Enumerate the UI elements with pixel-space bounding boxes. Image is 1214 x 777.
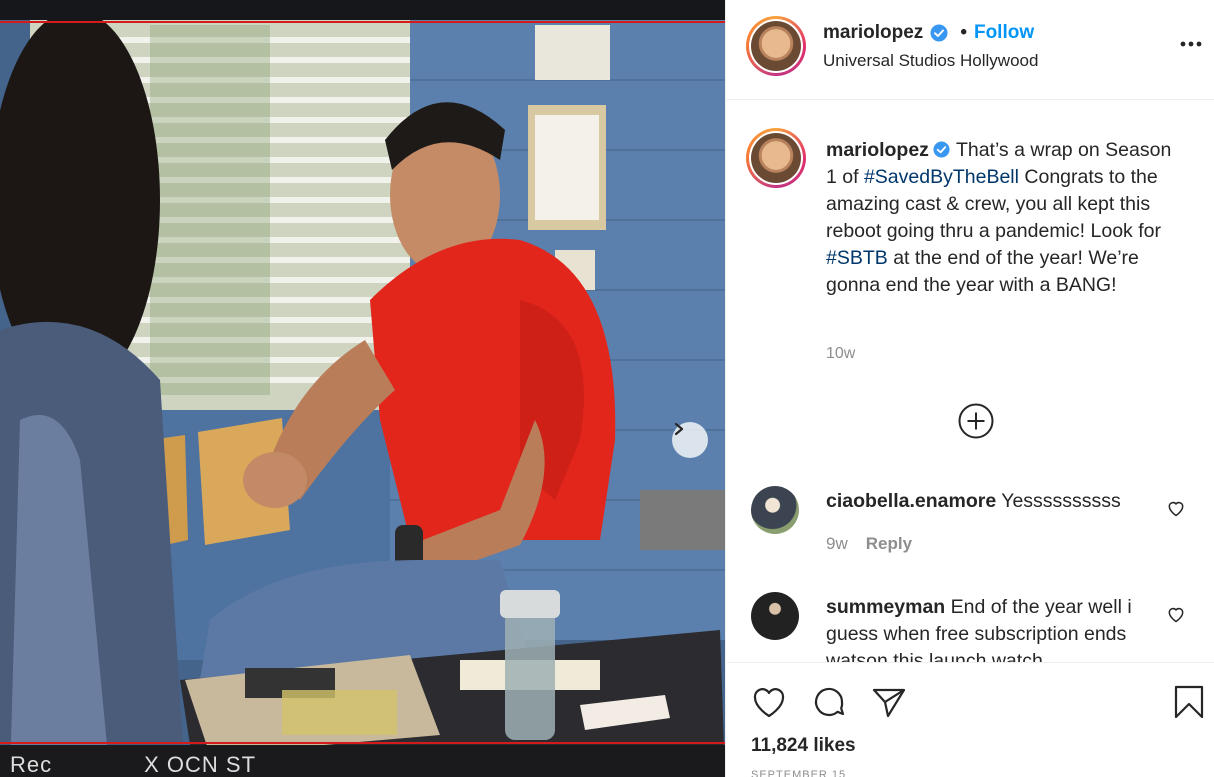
heart-icon[interactable]	[1166, 498, 1186, 518]
avatar-image	[751, 133, 801, 183]
caption-avatar[interactable]	[746, 128, 806, 188]
plus-circle-icon[interactable]	[957, 402, 995, 440]
caption-username[interactable]: mariolopez	[826, 139, 929, 161]
caption-timestamp[interactable]: 10w	[826, 345, 855, 363]
header-username-row: mariolopez • Follow	[823, 22, 1034, 44]
commenter-username[interactable]: ciaobella.enamore	[826, 490, 996, 512]
reply-button[interactable]: Reply	[866, 534, 912, 553]
post-date[interactable]: SEPTEMBER 15	[751, 769, 846, 777]
caption-text: mariolopez That’s a wrap on Season 1 of #…	[826, 137, 1186, 299]
like-heart-icon[interactable]	[750, 683, 788, 721]
photo-scene	[0, 0, 725, 777]
hashtag-link[interactable]: #SBTB	[826, 247, 888, 269]
comments-scroll-area[interactable]: mariolopez That’s a wrap on Season 1 of #…	[726, 100, 1214, 662]
verified-badge-icon	[930, 24, 948, 42]
comment-body: Yessssssssss	[1001, 490, 1121, 512]
commenter-avatar[interactable]	[751, 486, 799, 534]
separator-dot: •	[960, 22, 967, 43]
comment-timestamp[interactable]: 9w	[826, 534, 848, 553]
commenter-username[interactable]: summeyman	[826, 596, 945, 618]
likes-count[interactable]: 11,824 likes	[751, 735, 856, 757]
post-sidebar: mariolopez • Follow Universal Studios Ho…	[725, 0, 1214, 777]
save-bookmark-icon[interactable]	[1170, 683, 1208, 721]
comment-icon[interactable]	[810, 683, 848, 721]
post-actions: 11,824 likes SEPTEMBER 15	[726, 662, 1214, 777]
chevron-right-icon	[674, 422, 684, 436]
follow-button[interactable]: Follow	[974, 22, 1034, 44]
photo-overlay-label: X OCN ST	[144, 752, 257, 777]
comment-text: ciaobella.enamore Yessssssssss	[826, 488, 1146, 515]
comment-meta: 9w Reply	[826, 534, 912, 554]
post-photo[interactable]: Rec X OCN ST	[0, 0, 725, 777]
author-avatar[interactable]	[746, 16, 806, 76]
more-horizontal-icon[interactable]	[1178, 34, 1204, 54]
comment-text: summeyman End of the year well i guess w…	[826, 594, 1146, 662]
avatar-image	[751, 21, 801, 71]
carousel-next-button[interactable]	[672, 422, 708, 458]
post-header: mariolopez • Follow Universal Studios Ho…	[726, 0, 1214, 100]
commenter-avatar[interactable]	[751, 592, 799, 640]
heart-icon[interactable]	[1166, 604, 1186, 624]
hashtag-link[interactable]: #SavedByTheBell	[864, 166, 1019, 188]
author-username[interactable]: mariolopez	[823, 22, 923, 44]
photo-overlay-rec: Rec	[10, 752, 53, 777]
verified-badge-icon	[933, 141, 950, 158]
photo-overlay-text: Rec X OCN ST	[10, 752, 348, 777]
share-paper-plane-icon[interactable]	[870, 683, 908, 721]
post-location[interactable]: Universal Studios Hollywood	[823, 51, 1038, 71]
